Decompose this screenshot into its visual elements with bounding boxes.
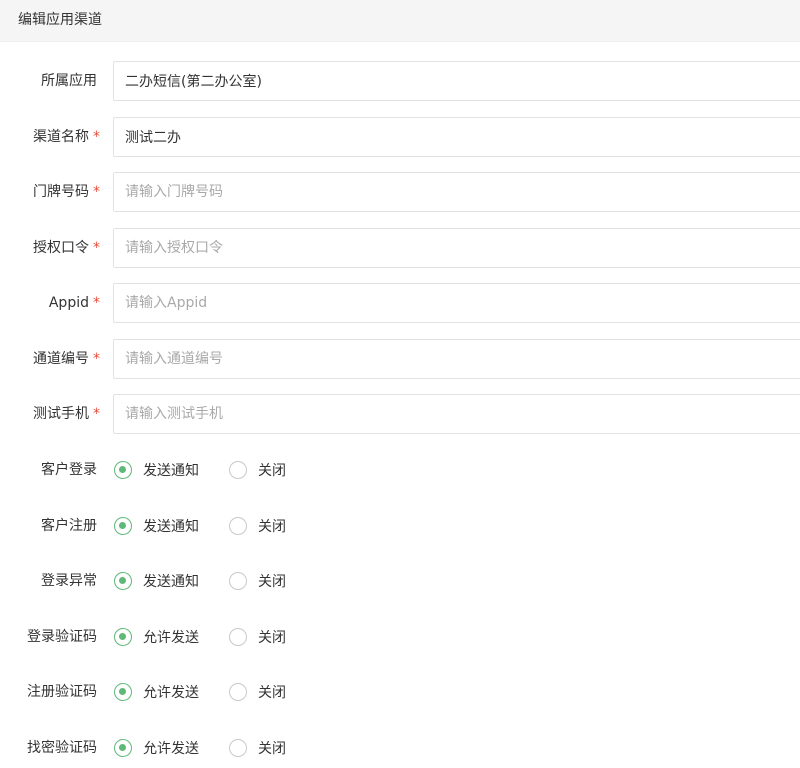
field-label-channel-name: 渠道名称 * xyxy=(33,129,100,145)
field-label-test-phone: 测试手机 * xyxy=(33,406,100,422)
channel-name-input[interactable] xyxy=(113,117,800,157)
radio-checked-icon[interactable] xyxy=(114,628,132,646)
radio-option-label: 允许发送 xyxy=(143,741,199,757)
radio-label-login-exception: 登录异常 xyxy=(41,573,97,589)
radio-option-off[interactable]: 关闭 xyxy=(229,617,286,657)
radio-checked-icon[interactable] xyxy=(114,739,132,757)
field-label-door-number: 门牌号码 * xyxy=(33,184,100,200)
required-mark: * xyxy=(93,295,100,311)
radio-checked-icon[interactable] xyxy=(114,683,132,701)
radio-option-label: 发送通知 xyxy=(143,463,199,479)
field-row-test-phone: 测试手机 * xyxy=(0,394,800,434)
radio-label-customer-register: 客户注册 xyxy=(41,518,97,534)
radio-option-label: 关闭 xyxy=(258,574,286,590)
required-mark: * xyxy=(93,351,100,367)
field-row-door-number: 门牌号码 * xyxy=(0,172,800,212)
field-row-appid: Appid * xyxy=(0,283,800,323)
radio-row-customer-login: 客户登录 发送通知 关闭 xyxy=(0,450,800,490)
radio-option-on[interactable]: 允许发送 xyxy=(114,728,199,768)
radio-option-off[interactable]: 关闭 xyxy=(229,728,286,768)
radio-option-label: 关闭 xyxy=(258,519,286,535)
radio-checked-icon[interactable] xyxy=(114,517,132,535)
radio-unchecked-icon[interactable] xyxy=(229,517,247,535)
appid-input[interactable] xyxy=(113,283,800,323)
radio-option-label: 发送通知 xyxy=(143,519,199,535)
field-row-app: 所属应用 xyxy=(0,61,800,101)
radio-label-login-code: 登录验证码 xyxy=(27,629,97,645)
radio-option-on[interactable]: 允许发送 xyxy=(114,672,199,712)
radio-label-reset-password-code: 找密验证码 xyxy=(27,740,97,756)
radio-unchecked-icon[interactable] xyxy=(229,572,247,590)
radio-option-label: 关闭 xyxy=(258,685,286,701)
radio-label-customer-login: 客户登录 xyxy=(41,462,97,478)
radio-option-off[interactable]: 关闭 xyxy=(229,450,286,490)
radio-option-off[interactable]: 关闭 xyxy=(229,506,286,546)
radio-label-register-code: 注册验证码 xyxy=(27,684,97,700)
radio-row-customer-register: 客户注册 发送通知 关闭 xyxy=(0,506,800,546)
radio-checked-icon[interactable] xyxy=(114,461,132,479)
radio-unchecked-icon[interactable] xyxy=(229,461,247,479)
auth-token-input[interactable] xyxy=(113,228,800,268)
radio-option-label: 关闭 xyxy=(258,630,286,646)
door-number-input[interactable] xyxy=(113,172,800,212)
radio-option-on[interactable]: 发送通知 xyxy=(114,561,199,601)
radio-option-on[interactable]: 发送通知 xyxy=(114,506,199,546)
required-mark: * xyxy=(93,240,100,256)
required-mark: * xyxy=(93,129,100,145)
field-label-appid: Appid * xyxy=(48,295,100,311)
required-mark: * xyxy=(93,184,100,200)
app-input[interactable] xyxy=(113,61,800,101)
field-row-channel-name: 渠道名称 * xyxy=(0,117,800,157)
field-label-auth-token: 授权口令 * xyxy=(33,240,100,256)
radio-option-label: 允许发送 xyxy=(143,630,199,646)
radio-option-label: 允许发送 xyxy=(143,685,199,701)
radio-option-on[interactable]: 允许发送 xyxy=(114,617,199,657)
field-row-auth-token: 授权口令 * xyxy=(0,228,800,268)
radio-checked-icon[interactable] xyxy=(114,572,132,590)
edit-channel-form: 所属应用 渠道名称* 门牌号码* 授权口令* Appid* 通道编号* 测试手机… xyxy=(0,0,800,768)
radio-unchecked-icon[interactable] xyxy=(229,739,247,757)
radio-row-login-code: 登录验证码 允许发送 关闭 xyxy=(0,617,800,657)
radio-option-on[interactable]: 发送通知 xyxy=(114,450,199,490)
radio-option-off[interactable]: 关闭 xyxy=(229,672,286,712)
radio-row-login-exception: 登录异常 发送通知 关闭 xyxy=(0,561,800,601)
radio-unchecked-icon[interactable] xyxy=(229,628,247,646)
channel-number-input[interactable] xyxy=(113,339,800,379)
radio-unchecked-icon[interactable] xyxy=(229,683,247,701)
radio-option-label: 发送通知 xyxy=(143,574,199,590)
radio-option-label: 关闭 xyxy=(258,463,286,479)
radio-option-off[interactable]: 关闭 xyxy=(229,561,286,601)
radio-option-label: 关闭 xyxy=(258,741,286,757)
field-row-channel-number: 通道编号 * xyxy=(0,339,800,379)
required-mark: * xyxy=(93,406,100,422)
field-label-channel-number: 通道编号 * xyxy=(33,351,100,367)
radio-row-reset-password-code: 找密验证码 允许发送 关闭 xyxy=(0,728,800,768)
field-label-app: 所属应用 xyxy=(41,73,97,89)
radio-row-register-code: 注册验证码 允许发送 关闭 xyxy=(0,672,800,712)
test-phone-input[interactable] xyxy=(113,394,800,434)
